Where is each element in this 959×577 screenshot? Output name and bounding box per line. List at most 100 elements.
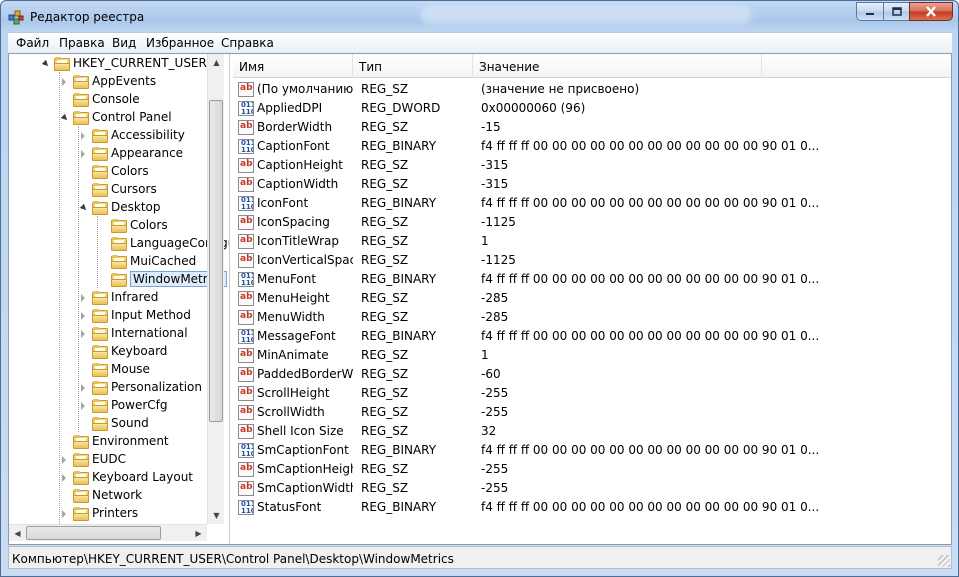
tree-horizontal-scrollbar[interactable]: ◀ ▶ [9,524,207,541]
folder-icon [92,345,108,359]
collapsed-arrow-icon[interactable] [62,510,66,518]
close-button[interactable] [909,2,953,21]
menu-help[interactable]: Справка [221,36,274,50]
tree-item[interactable]: Sound [9,415,209,433]
value-row[interactable]: ab PaddedBorderW... REG_SZ -60 [233,365,951,384]
tree-item[interactable]: Colors [9,217,209,235]
tree-item-label: Control Panel [92,110,172,124]
value-row[interactable]: 011110MenuFont REG_BINARY f4 ff ff ff 00 0… [233,270,951,289]
tree-item[interactable]: Personalization [9,379,209,397]
tree-item[interactable]: Network [9,487,209,505]
collapsed-arrow-icon[interactable] [81,330,85,338]
tree-item[interactable]: Control Panel [9,109,209,127]
value-row[interactable]: ab SmCaptionWidth REG_SZ -255 [233,479,951,498]
value-row[interactable]: ab IconSpacing REG_SZ -1125 [233,213,951,232]
collapsed-arrow-icon[interactable] [81,384,85,392]
tree-item[interactable]: HKEY_CURRENT_USER [9,55,209,73]
value-name: SmCaptionFont [257,443,349,457]
tree-item[interactable]: MuiCached [9,253,209,271]
expanded-arrow-icon[interactable] [60,113,70,123]
value-row[interactable]: 011110IconFont REG_BINARY f4 ff ff ff 00 0… [233,194,951,213]
menu-file[interactable]: Файл [16,36,49,50]
string-value-icon: ab [238,348,254,363]
collapsed-arrow-icon[interactable] [62,456,66,464]
value-row[interactable]: ab MenuWidth REG_SZ -285 [233,308,951,327]
collapsed-arrow-icon[interactable] [81,132,85,140]
tree-item-label: Accessibility [111,128,185,142]
expanded-arrow-icon[interactable] [41,59,51,69]
value-data: -315 [481,158,509,172]
tree-item[interactable]: LanguageConfiguration [9,235,229,253]
scroll-right-icon[interactable]: ▶ [190,525,207,542]
value-row[interactable]: 011110SmCaptionFont REG_BINARY f4 ff ff ff… [233,441,951,460]
folder-icon [73,453,89,467]
tree-item[interactable]: WindowMetrics [9,271,227,289]
value-data: 1 [481,348,489,362]
value-row[interactable]: ab CaptionHeight REG_SZ -315 [233,156,951,175]
tree-item[interactable]: Mouse [9,361,209,379]
minimize-button[interactable] [856,2,883,21]
tree-item[interactable]: Keyboard [9,343,209,361]
collapsed-arrow-icon[interactable] [81,150,85,158]
value-row[interactable]: 011110StatusFont REG_BINARY f4 ff ff ff 00… [233,498,951,517]
tree-item[interactable]: International [9,325,209,343]
tree-item[interactable]: Environment [9,433,209,451]
tree-item-label: Infrared [111,290,159,304]
maximize-button[interactable] [883,2,909,21]
value-row[interactable]: 011110MessageFont REG_BINARY f4 ff ff ff 0… [233,327,951,346]
tree-item[interactable]: Keyboard Layout [9,469,209,487]
column-header-name[interactable]: Имя [233,54,353,78]
value-row[interactable]: ab MenuHeight REG_SZ -285 [233,289,951,308]
value-type: REG_SZ [361,234,409,248]
tree-item-label: Mouse [111,362,150,376]
tree-item[interactable]: Infrared [9,289,209,307]
value-row[interactable]: 011110CaptionFont REG_BINARY f4 ff ff ff 0… [233,137,951,156]
collapsed-arrow-icon[interactable] [62,474,66,482]
title-bar[interactable]: Редактор реестра [1,1,958,31]
collapsed-arrow-icon[interactable] [62,78,66,86]
scrollbar-thumb[interactable] [209,100,223,422]
tree-item[interactable]: Printers [9,505,209,523]
value-row[interactable]: 011110AppliedDPI REG_DWORD 0x00000060 (96) [233,99,951,118]
tree-item[interactable]: AppEvents [9,73,209,91]
tree-item[interactable]: Input Method [9,307,209,325]
column-header-value[interactable]: Значение [473,54,762,78]
tree-item[interactable]: Colors [9,163,209,181]
tree-item[interactable]: Console [9,91,209,109]
resize-grip[interactable] [938,555,950,567]
key-tree-pane[interactable]: HKEY_CURRENT_USER AppEvents Console Control… [9,54,230,544]
scroll-up-icon[interactable]: ▲ [208,54,225,71]
values-list-pane[interactable]: Имя Тип Значение ab (По умолчанию) REG_SZ(… [233,54,951,544]
regedit-app-icon [8,10,24,25]
value-row[interactable]: ab (По умолчанию) REG_SZ (значение не присв… [233,80,951,99]
collapsed-arrow-icon[interactable] [81,294,85,302]
column-header-type[interactable]: Тип [353,54,473,78]
tree-item-label: AppEvents [92,74,157,88]
value-row[interactable]: ab Shell Icon Size REG_SZ 32 [233,422,951,441]
value-row[interactable]: abIconVerticalSpac... REG_SZ -1125 [233,251,951,270]
scroll-down-icon[interactable]: ▼ [208,507,225,524]
value-row[interactable]: ab SmCaptionHeight REG_SZ -255 [233,460,951,479]
menu-favorites[interactable]: Избранное [146,36,214,50]
expanded-arrow-icon[interactable] [79,203,89,213]
collapsed-arrow-icon[interactable] [81,402,85,410]
scroll-left-icon[interactable]: ◀ [9,525,26,542]
tree-item[interactable]: Cursors [9,181,209,199]
tree-item[interactable]: Desktop [9,199,209,217]
value-row[interactable]: ab BorderWidth REG_SZ -15 [233,118,951,137]
value-row[interactable]: ab ScrollWidth REG_SZ -255 [233,403,951,422]
binary-value-icon: 011110 [238,329,254,344]
tree-item[interactable]: Accessibility [9,127,209,145]
collapsed-arrow-icon[interactable] [81,312,85,320]
tree-item[interactable]: Appearance [9,145,209,163]
menu-edit[interactable]: Правка [59,36,105,50]
value-row[interactable]: ab ScrollHeight REG_SZ -255 [233,384,951,403]
scrollbar-thumb[interactable] [26,526,161,540]
tree-item[interactable]: EUDC [9,451,209,469]
menu-view[interactable]: Вид [112,36,136,50]
value-row[interactable]: ab MinAnimate REG_SZ 1 [233,346,951,365]
tree-vertical-scrollbar[interactable]: ▲ ▼ [207,54,224,524]
value-row[interactable]: ab CaptionWidth REG_SZ -315 [233,175,951,194]
tree-item[interactable]: PowerCfg [9,397,209,415]
value-row[interactable]: ab IconTitleWrap REG_SZ 1 [233,232,951,251]
